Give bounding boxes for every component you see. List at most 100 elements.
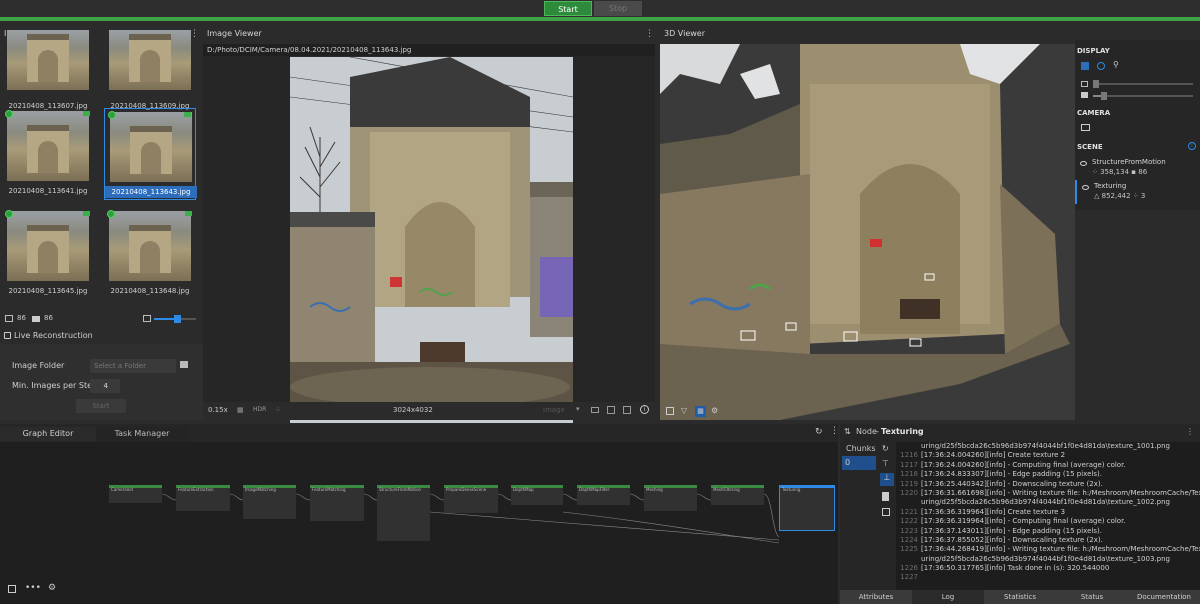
- eye-icon[interactable]: [1080, 161, 1087, 166]
- image-folder-label: Image Folder: [12, 361, 65, 370]
- thumbnail-size-slider[interactable]: [154, 315, 196, 323]
- camera-icon: [184, 112, 191, 117]
- camera-icon: [4, 332, 11, 339]
- camera-scale-slider[interactable]: [1093, 92, 1193, 100]
- scene-title: SCENE: [1077, 143, 1103, 151]
- tab-log[interactable]: Log: [912, 590, 984, 604]
- graph-node[interactable]: StructureFromMotion: [377, 485, 430, 541]
- graph-editor-panel: Graph Editor Task Manager ↻ ⋮ CameraInit…: [0, 424, 839, 604]
- image-folder-input[interactable]: Select a Folder: [90, 359, 176, 373]
- slider-handle[interactable]: [1101, 92, 1107, 100]
- graph-node[interactable]: PrepareDenseScene: [444, 485, 498, 513]
- info-icon[interactable]: i: [1188, 142, 1196, 150]
- log-line: 1225 [17:36:44.268419][info] - Writing te…: [900, 545, 1200, 554]
- graph-node[interactable]: CameraInit: [109, 485, 162, 503]
- align-top-icon[interactable]: ⊤: [882, 459, 889, 468]
- live-reconstruction-title: Live Reconstruction: [14, 331, 93, 340]
- graph-node[interactable]: DepthMap: [511, 485, 563, 505]
- tab-status[interactable]: Status: [1056, 590, 1128, 604]
- image-thumbnail[interactable]: 20210408_113641.jpg: [2, 108, 94, 200]
- point-size-icon: [1081, 81, 1088, 87]
- graph-node-selected[interactable]: Texturing: [779, 485, 835, 531]
- scene-item-stats: ⁘ 358,134 ▪ 86: [1092, 168, 1148, 176]
- tab-task-manager[interactable]: Task Manager: [96, 427, 188, 441]
- point-count: 358,134: [1100, 168, 1130, 176]
- graph-node[interactable]: MeshFiltering: [711, 485, 764, 505]
- tab-graph-editor[interactable]: Graph Editor: [0, 427, 96, 441]
- graph-node[interactable]: DepthMapFilter: [577, 485, 630, 505]
- live-reconstruction-header[interactable]: Live Reconstruction: [0, 328, 203, 344]
- min-images-spinbox[interactable]: 4: [90, 379, 120, 393]
- scene-item-name: Texturing: [1094, 182, 1127, 190]
- log-line: 1217 [17:36:24.004260][info] - Computing …: [900, 460, 1126, 469]
- info-icon[interactable]: i: [640, 405, 649, 414]
- tab-attributes[interactable]: Attributes: [840, 590, 912, 604]
- stop-button[interactable]: Stop: [594, 1, 642, 16]
- graph-node[interactable]: FeatureExtraction: [176, 485, 230, 511]
- point-size-slider[interactable]: [1093, 80, 1193, 88]
- log-line: 1219 [17:36:25.440342][info] - Downscalin…: [900, 479, 1103, 488]
- graph-menu-icon[interactable]: ⋮: [830, 426, 839, 436]
- start-button[interactable]: Start: [544, 1, 592, 16]
- tab-documentation[interactable]: Documentation: [1128, 590, 1200, 604]
- person-icon[interactable]: ⚲: [1113, 60, 1119, 69]
- document-icon[interactable]: [882, 492, 889, 501]
- export-icon[interactable]: [591, 407, 599, 413]
- gear-icon[interactable]: ⚙: [711, 406, 718, 415]
- thumbnail-image: [109, 30, 191, 90]
- graph-node[interactable]: ImageMatching: [243, 485, 296, 519]
- image-icon[interactable]: [623, 406, 631, 414]
- node-menu-icon[interactable]: ⋮: [1186, 424, 1194, 440]
- camera-icon[interactable]: [1081, 124, 1090, 131]
- more-icon[interactable]: •••: [25, 583, 41, 593]
- graph-node[interactable]: Meshing: [644, 485, 697, 511]
- bbox-icon[interactable]: [666, 407, 674, 415]
- scene-item-texturing[interactable]: Texturing △ 852,442 ⁘ 3: [1075, 180, 1200, 204]
- grid-icon[interactable]: ▦: [695, 406, 706, 417]
- align-bottom-icon[interactable]: ⊥: [880, 473, 894, 486]
- open-external-icon[interactable]: [882, 508, 890, 516]
- node-title: Meshing: [646, 487, 663, 492]
- graph-node[interactable]: FeatureMatching: [310, 485, 364, 521]
- image-thumbnail[interactable]: 20210408_113648.jpg: [104, 208, 196, 300]
- thumbnail-size-icon: [143, 315, 151, 322]
- live-start-button[interactable]: Start: [76, 399, 126, 413]
- slider-handle[interactable]: [1093, 80, 1099, 88]
- point-count: 852,442: [1101, 192, 1131, 200]
- filter-icon[interactable]: ▽: [681, 406, 687, 415]
- node-panel: ⇅ Node - Texturing ⋮ Chunks 0 ↻ ⊤ ⊥ urin…: [840, 424, 1200, 604]
- log-line: uring/d25f5bcda26c5b96d3b974f4044bf1f0e4…: [921, 442, 1170, 450]
- refresh-icon[interactable]: ↻: [815, 427, 823, 437]
- log-line: 1218 [17:36:24.833307][info] - Edge paddi…: [900, 470, 1102, 479]
- image-thumbnail[interactable]: 20210408_113645.jpg: [2, 208, 94, 300]
- chevron-down-icon[interactable]: ▾: [576, 405, 580, 413]
- save-icon[interactable]: [607, 406, 615, 414]
- chunks-label: Chunks: [846, 444, 876, 453]
- node-title: FeatureExtraction: [178, 487, 214, 492]
- node-title: CameraInit: [111, 487, 134, 492]
- main-photo[interactable]: [290, 57, 573, 423]
- folder-icon[interactable]: [180, 361, 188, 368]
- viewer-mode[interactable]: image: [543, 406, 565, 414]
- target-icon[interactable]: [1097, 62, 1105, 70]
- node-title: DepthMapFilter: [579, 487, 610, 492]
- fit-view-icon[interactable]: [8, 585, 16, 593]
- scene-item-sfm[interactable]: StructureFromMotion ⁘ 358,134 ▪ 86: [1075, 156, 1200, 180]
- slider-handle[interactable]: [174, 315, 181, 323]
- 3d-scene[interactable]: [660, 44, 1075, 420]
- image-viewer-menu-icon[interactable]: ⋮: [645, 24, 654, 44]
- image-thumbnail-selected[interactable]: 20210408_113643.jpg: [104, 108, 197, 200]
- chunk-item[interactable]: 0: [842, 456, 876, 470]
- gear-icon[interactable]: ⚙: [48, 583, 56, 593]
- hdr-toggle[interactable]: HDR: [253, 406, 266, 413]
- scene-item-stats: △ 852,442 ⁘ 3: [1094, 192, 1146, 200]
- log-output[interactable]: uring/d25f5bcda26c5b96d3b974f4044bf1f0e4…: [896, 442, 1200, 590]
- refresh-icon[interactable]: ↻: [882, 444, 889, 453]
- tab-statistics[interactable]: Statistics: [984, 590, 1056, 604]
- grid-icon[interactable]: ▦: [237, 406, 244, 414]
- 3d-toolbar: ▽ ▦ ⚙: [663, 406, 773, 418]
- grid-icon[interactable]: [1081, 62, 1089, 70]
- dots-icon[interactable]: ⁘: [275, 406, 281, 414]
- eye-icon[interactable]: [1082, 185, 1089, 190]
- check-icon: [5, 110, 13, 118]
